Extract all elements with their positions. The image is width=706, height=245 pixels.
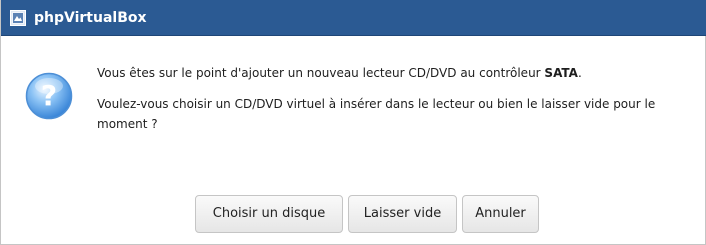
dialog-message: Vous êtes sur le point d'ajouter un nouv… (97, 63, 697, 134)
dialog-titlebar[interactable]: phpVirtualBox (1, 0, 706, 36)
message-line-1-text: Vous êtes sur le point d'ajouter un nouv… (97, 66, 545, 80)
svg-text:?: ? (41, 79, 57, 112)
leave-empty-button[interactable]: Laisser vide (348, 195, 457, 233)
question-icon: ? (25, 72, 73, 120)
cancel-button[interactable]: Annuler (462, 195, 539, 233)
controller-name: SATA (544, 66, 578, 80)
app-icon (10, 10, 26, 26)
message-line-2: Voulez-vous choisir un CD/DVD virtuel à … (97, 97, 656, 131)
message-line-1: Vous êtes sur le point d'ajouter un nouv… (97, 63, 697, 83)
dialog-window: phpVirtualBox ? Vous êtes sur le point d… (0, 0, 706, 245)
message-line-1-end: . (577, 66, 582, 80)
dialog-title: phpVirtualBox (34, 10, 147, 26)
choose-disk-button[interactable]: Choisir un disque (195, 195, 343, 233)
